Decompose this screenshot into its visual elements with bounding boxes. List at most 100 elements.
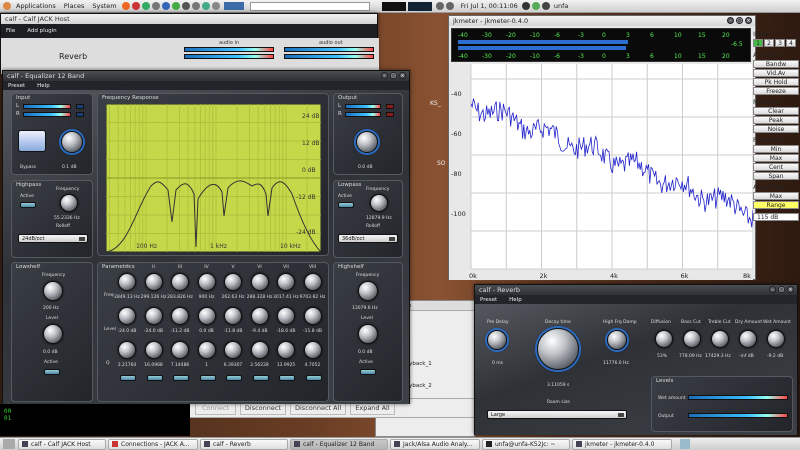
minimize-icon[interactable]: – bbox=[727, 17, 734, 24]
close-icon[interactable]: × bbox=[399, 72, 406, 79]
bandw-button[interactable]: Bandw bbox=[753, 60, 799, 68]
highpass-rolloff-select[interactable]: 24dB/oct bbox=[18, 234, 88, 243]
room-size-select[interactable]: Large bbox=[487, 410, 627, 419]
band-level-knob[interactable] bbox=[118, 307, 136, 325]
band-level-knob[interactable] bbox=[303, 307, 322, 325]
band-level-knob[interactable] bbox=[171, 307, 189, 325]
clear-button[interactable]: Clear bbox=[753, 107, 799, 115]
app-launcher-icon[interactable] bbox=[131, 2, 140, 10]
lowshelf-level-knob[interactable] bbox=[43, 324, 63, 344]
task-equalizer[interactable]: calf - Equalizer 12 Band bbox=[290, 438, 388, 450]
band-q-knob[interactable] bbox=[277, 341, 295, 359]
highshelf-freq-knob[interactable] bbox=[358, 281, 378, 301]
firefox-icon[interactable] bbox=[121, 2, 130, 10]
tool-icon[interactable] bbox=[211, 2, 220, 10]
min-button[interactable]: Min bbox=[753, 145, 799, 153]
band-freq-knob[interactable] bbox=[303, 273, 322, 291]
band-freq-knob[interactable] bbox=[171, 273, 189, 291]
bypass-button[interactable] bbox=[18, 130, 46, 152]
maximize-icon[interactable]: □ bbox=[778, 286, 785, 293]
band-freq-knob[interactable] bbox=[224, 273, 242, 291]
power-icon[interactable] bbox=[541, 2, 550, 10]
menu-applications[interactable]: Applications bbox=[12, 2, 60, 10]
status-icon[interactable] bbox=[531, 2, 540, 10]
menu-system[interactable]: System bbox=[88, 2, 120, 10]
range-button[interactable]: Range bbox=[753, 201, 799, 209]
band-freq-knob[interactable] bbox=[250, 273, 269, 291]
noise-button[interactable]: Noise bbox=[753, 125, 799, 133]
menu-help[interactable]: Help bbox=[37, 83, 50, 89]
range-value-field[interactable]: 115 dB bbox=[753, 213, 799, 221]
skype-icon[interactable] bbox=[161, 2, 170, 10]
span-button[interactable]: Span bbox=[753, 172, 799, 180]
band-active-button[interactable] bbox=[252, 375, 269, 381]
band-active-button[interactable] bbox=[120, 375, 136, 381]
lowpass-freq-knob[interactable] bbox=[370, 194, 388, 212]
input-button-4[interactable]: 4 bbox=[786, 39, 796, 47]
maximize-icon[interactable]: □ bbox=[736, 17, 743, 24]
terminal-window[interactable]: 00 01 bbox=[0, 404, 190, 436]
peak-button[interactable]: Peak bbox=[753, 116, 799, 124]
menu-help[interactable]: Help bbox=[509, 297, 522, 303]
band-freq-knob[interactable] bbox=[277, 273, 295, 291]
ubuntu-logo-icon[interactable] bbox=[3, 2, 11, 10]
band-level-knob[interactable] bbox=[224, 307, 242, 325]
amp-max-button[interactable]: Max bbox=[753, 192, 799, 200]
vidav-button[interactable]: Vid.Av bbox=[753, 69, 799, 77]
trash-icon[interactable] bbox=[680, 439, 690, 449]
band-q-knob[interactable] bbox=[224, 341, 242, 359]
band-level-knob[interactable] bbox=[250, 307, 269, 325]
pkhold-button[interactable]: Pk Hold bbox=[753, 78, 799, 86]
editor-icon[interactable] bbox=[191, 2, 200, 10]
minimize-icon[interactable]: – bbox=[381, 72, 388, 79]
band-q-knob[interactable] bbox=[144, 341, 163, 359]
app-icon[interactable] bbox=[223, 2, 244, 10]
sound-icon[interactable] bbox=[435, 2, 444, 10]
band-q-knob[interactable] bbox=[197, 341, 216, 359]
band-active-button[interactable] bbox=[305, 375, 322, 381]
pre-delay-knob[interactable] bbox=[487, 330, 507, 350]
settings-icon[interactable] bbox=[151, 2, 160, 10]
band-freq-knob[interactable] bbox=[197, 273, 216, 291]
battery-icon[interactable] bbox=[445, 2, 454, 10]
band-level-knob[interactable] bbox=[277, 307, 295, 325]
hf-damp-knob[interactable] bbox=[607, 330, 627, 350]
band-level-knob[interactable] bbox=[144, 307, 163, 325]
highshelf-level-knob[interactable] bbox=[358, 324, 378, 344]
input-button-2[interactable]: 2 bbox=[764, 39, 774, 47]
clock[interactable]: Fri Jul 1, 00:11:06 bbox=[461, 2, 518, 10]
bass-cut-knob[interactable] bbox=[683, 330, 701, 348]
user-name[interactable]: unfa bbox=[554, 2, 569, 10]
band-active-button[interactable] bbox=[173, 375, 189, 381]
close-icon[interactable]: × bbox=[787, 286, 794, 293]
max-button[interactable]: Max bbox=[753, 154, 799, 162]
task-jack-host[interactable]: calf - Calf JACK Host bbox=[18, 438, 106, 450]
maximize-icon[interactable]: □ bbox=[390, 72, 397, 79]
wet-amount-knob[interactable] bbox=[767, 330, 785, 348]
show-desktop-icon[interactable] bbox=[3, 439, 15, 449]
lowshelf-active-button[interactable] bbox=[44, 369, 60, 375]
lowshelf-freq-knob[interactable] bbox=[43, 281, 63, 301]
highpass-active-button[interactable] bbox=[20, 202, 36, 208]
minimize-icon[interactable]: – bbox=[769, 286, 776, 293]
terminal-icon[interactable] bbox=[181, 2, 190, 10]
band-q-knob[interactable] bbox=[118, 341, 136, 359]
task-reverb[interactable]: calf - Reverb bbox=[200, 438, 288, 450]
close-icon[interactable]: × bbox=[745, 17, 752, 24]
task-analyzer[interactable]: Jack/Alsa Audio Analy... bbox=[390, 438, 480, 450]
chrome-icon[interactable] bbox=[141, 2, 150, 10]
network-icon[interactable] bbox=[201, 2, 210, 10]
menu-add-plugin[interactable]: Add plugin bbox=[27, 28, 56, 34]
cent-button[interactable]: Cent bbox=[753, 163, 799, 171]
band-q-knob[interactable] bbox=[171, 341, 189, 359]
menu-preset[interactable]: Preset bbox=[480, 297, 497, 303]
lowpass-rolloff-select[interactable]: 36dB/oct bbox=[338, 234, 398, 243]
menu-places[interactable]: Places bbox=[60, 2, 89, 10]
output-gain-knob[interactable] bbox=[356, 131, 378, 153]
band-q-knob[interactable] bbox=[250, 341, 269, 359]
band-active-button[interactable] bbox=[146, 375, 163, 381]
menu-preset[interactable]: Preset bbox=[8, 83, 25, 89]
android-icon[interactable] bbox=[171, 2, 180, 10]
task-terminal[interactable]: unfa@unfa-K52Jc: ~ bbox=[482, 438, 570, 450]
lowpass-active-button[interactable] bbox=[338, 202, 354, 208]
